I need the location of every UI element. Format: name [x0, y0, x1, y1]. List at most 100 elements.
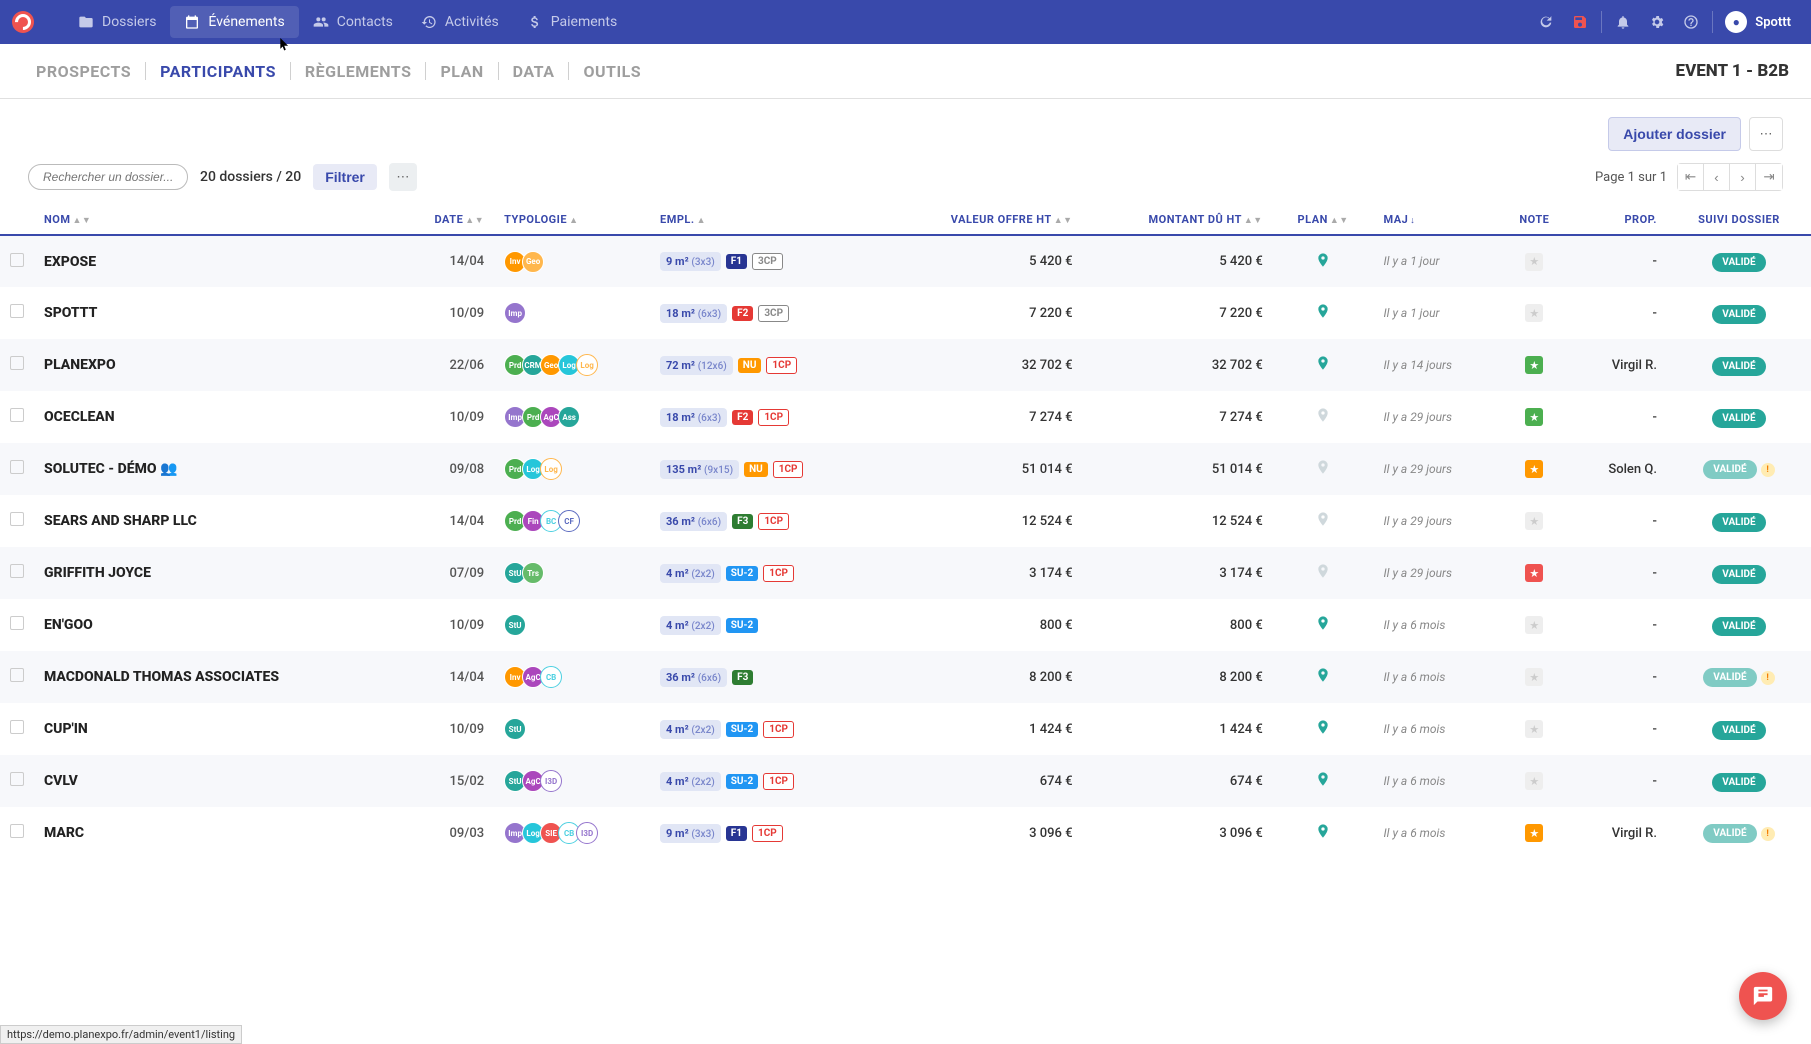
status-badge[interactable]: VALIDÉ — [1703, 668, 1756, 687]
tab-prospects[interactable]: PROSPECTS — [22, 62, 145, 81]
page-last-button[interactable]: ⇥ — [1756, 164, 1782, 190]
map-pin-icon[interactable] — [1315, 563, 1331, 579]
map-pin-icon[interactable] — [1315, 407, 1331, 423]
note-star-icon[interactable]: ★ — [1525, 304, 1543, 322]
col-maj[interactable]: MAJ↓ — [1374, 205, 1499, 235]
help-icon[interactable] — [1674, 5, 1708, 39]
map-pin-icon[interactable] — [1315, 303, 1331, 319]
table-row[interactable]: SEARS AND SHARP LLC14/04PrdFinBCCF36 m² … — [0, 495, 1811, 547]
col-typologie[interactable]: TYPOLOGIE▲ — [494, 205, 650, 235]
gear-icon[interactable] — [1640, 5, 1674, 39]
note-star-icon[interactable]: ★ — [1525, 772, 1543, 790]
tab-outils[interactable]: OUTILS — [569, 62, 655, 81]
page-next-button[interactable]: › — [1730, 164, 1756, 190]
table-row[interactable]: MACDONALD THOMAS ASSOCIATES14/04InvAgCCB… — [0, 651, 1811, 703]
row-checkbox[interactable] — [10, 564, 24, 578]
map-pin-icon[interactable] — [1315, 459, 1331, 475]
tab-participants[interactable]: PARTICIPANTS — [146, 62, 290, 81]
row-checkbox[interactable] — [10, 253, 24, 267]
col-empl[interactable]: EMPL.▲ — [650, 205, 882, 235]
note-star-icon[interactable]: ★ — [1525, 616, 1543, 634]
table-row[interactable]: EXPOSE14/04InvGeo9 m² (3x3)F13CP5 420 €5… — [0, 235, 1811, 287]
status-badge[interactable]: VALIDÉ — [1712, 357, 1765, 376]
row-date: 10/09 — [449, 306, 484, 321]
row-checkbox[interactable] — [10, 616, 24, 630]
note-star-icon[interactable]: ★ — [1525, 356, 1543, 374]
row-checkbox[interactable] — [10, 772, 24, 786]
more-actions-button[interactable]: ⋯ — [1749, 117, 1783, 151]
col-plan[interactable]: PLAN▲▼ — [1273, 205, 1374, 235]
search-input[interactable] — [28, 164, 188, 190]
row-checkbox[interactable] — [10, 408, 24, 422]
note-star-icon[interactable]: ★ — [1525, 824, 1543, 842]
filter-button[interactable]: Filtrer — [313, 164, 377, 190]
note-star-icon[interactable]: ★ — [1525, 720, 1543, 738]
map-pin-icon[interactable] — [1315, 719, 1331, 735]
note-star-icon[interactable]: ★ — [1525, 564, 1543, 582]
map-pin-icon[interactable] — [1315, 615, 1331, 631]
status-badge[interactable]: VALIDÉ — [1712, 721, 1765, 740]
row-checkbox[interactable] — [10, 512, 24, 526]
nav-paiements[interactable]: Paiements — [513, 6, 631, 38]
bell-icon[interactable] — [1606, 5, 1640, 39]
page-first-button[interactable]: ⇤ — [1678, 164, 1704, 190]
col-valeur[interactable]: VALEUR OFFRE HT▲▼ — [882, 205, 1083, 235]
nav-contacts[interactable]: Contacts — [299, 6, 407, 38]
table-row[interactable]: CVLV15/02StUAgCI3D4 m² (2x2)SU-21CP674 €… — [0, 755, 1811, 807]
row-checkbox[interactable] — [10, 356, 24, 370]
status-badge[interactable]: VALIDÉ — [1712, 773, 1765, 792]
refresh-icon[interactable] — [1529, 5, 1563, 39]
row-checkbox[interactable] — [10, 304, 24, 318]
page-prev-button[interactable]: ‹ — [1704, 164, 1730, 190]
note-star-icon[interactable]: ★ — [1525, 668, 1543, 686]
note-star-icon[interactable]: ★ — [1525, 408, 1543, 426]
status-badge[interactable]: VALIDÉ — [1712, 253, 1765, 272]
app-logo[interactable] — [12, 11, 34, 33]
col-note[interactable]: NOTE — [1499, 205, 1570, 235]
tab-règlements[interactable]: RÈGLEMENTS — [291, 62, 426, 81]
row-checkbox[interactable] — [10, 720, 24, 734]
map-pin-icon[interactable] — [1315, 252, 1331, 268]
filter-more-button[interactable]: ⋯ — [389, 163, 417, 191]
user-menu[interactable]: ● Spottt — [1717, 7, 1799, 37]
add-folder-button[interactable]: Ajouter dossier — [1608, 117, 1741, 151]
row-checkbox[interactable] — [10, 668, 24, 682]
map-pin-icon[interactable] — [1315, 355, 1331, 371]
status-badge[interactable]: VALIDÉ — [1703, 460, 1756, 479]
save-icon[interactable] — [1563, 5, 1597, 39]
table-row[interactable]: GRIFFITH JOYCE07/09StUTrs4 m² (2x2)SU-21… — [0, 547, 1811, 599]
table-row[interactable]: MARC09/03ImpLogSIECBI3D9 m² (3x3)F11CP3 … — [0, 807, 1811, 859]
status-badge[interactable]: VALIDÉ — [1712, 305, 1765, 324]
col-date[interactable]: DATE▲▼ — [395, 205, 494, 235]
col-suivi[interactable]: SUIVI DOSSIER — [1667, 205, 1811, 235]
col-montant[interactable]: MONTANT DÛ HT▲▼ — [1083, 205, 1273, 235]
map-pin-icon[interactable] — [1315, 771, 1331, 787]
tab-data[interactable]: DATA — [499, 62, 569, 81]
map-pin-icon[interactable] — [1315, 511, 1331, 527]
status-badge[interactable]: VALIDÉ — [1712, 617, 1765, 636]
table-row[interactable]: SOLUTEC - DÉMO 👥09/08PrdLogLog135 m² (9x… — [0, 443, 1811, 495]
nav-activités[interactable]: Activités — [407, 6, 513, 38]
tab-plan[interactable]: PLAN — [426, 62, 497, 81]
row-checkbox[interactable] — [10, 460, 24, 474]
col-nom[interactable]: NOM▲▼ — [34, 205, 395, 235]
map-pin-icon[interactable] — [1315, 823, 1331, 839]
status-badge[interactable]: VALIDÉ — [1703, 824, 1756, 843]
status-badge[interactable]: VALIDÉ — [1712, 513, 1765, 532]
note-star-icon[interactable]: ★ — [1525, 512, 1543, 530]
table-row[interactable]: SPOTTT10/09Imp18 m² (6x3)F23CP7 220 €7 2… — [0, 287, 1811, 339]
status-badge[interactable]: VALIDÉ — [1712, 565, 1765, 584]
table-row[interactable]: EN'GOO10/09StU4 m² (2x2)SU-2800 €800 €Il… — [0, 599, 1811, 651]
row-checkbox[interactable] — [10, 824, 24, 838]
nav-événements[interactable]: Événements — [170, 6, 298, 38]
table-row[interactable]: PLANEXPO22/06PrdCRMGeoLogLog72 m² (12x6)… — [0, 339, 1811, 391]
note-star-icon[interactable]: ★ — [1525, 253, 1543, 271]
col-prop[interactable]: PROP. — [1570, 205, 1667, 235]
map-pin-icon[interactable] — [1315, 667, 1331, 683]
table-row[interactable]: OCECLEAN10/09ImpPrdAgCAss18 m² (6x3)F21C… — [0, 391, 1811, 443]
note-star-icon[interactable]: ★ — [1525, 460, 1543, 478]
nav-dossiers[interactable]: Dossiers — [64, 6, 170, 38]
chat-fab[interactable] — [1739, 972, 1787, 1020]
status-badge[interactable]: VALIDÉ — [1712, 409, 1765, 428]
table-row[interactable]: CUP'IN10/09StU4 m² (2x2)SU-21CP1 424 €1 … — [0, 703, 1811, 755]
